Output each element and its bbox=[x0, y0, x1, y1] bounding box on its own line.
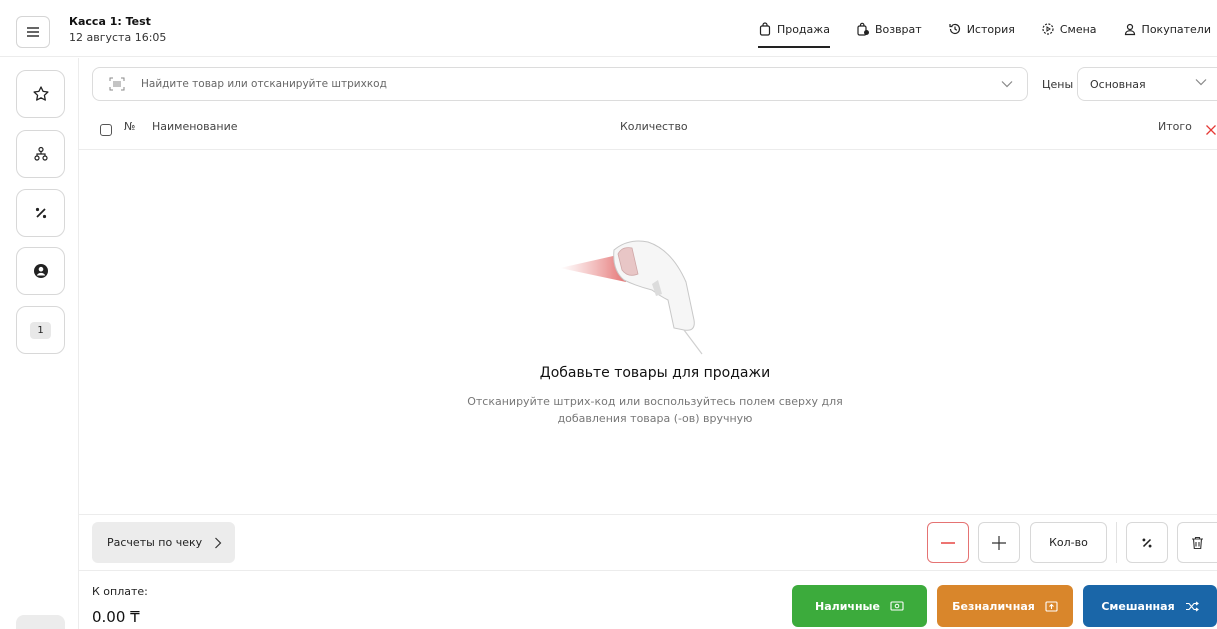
empty-state-text: Отсканируйте штрих-код или воспользуйтес… bbox=[467, 395, 843, 425]
pay-cash-label: Наличные bbox=[815, 599, 880, 613]
trash-icon bbox=[1192, 536, 1203, 549]
tab-history-label: История bbox=[966, 22, 1015, 36]
pay-card-label: Безналичная bbox=[952, 599, 1035, 613]
tab-customers[interactable]: Покупатели bbox=[1123, 18, 1211, 46]
barcode-icon bbox=[109, 77, 125, 91]
receipt-number-badge: 1 bbox=[30, 321, 51, 339]
receipt-calculations-button[interactable]: Расчеты по чеку bbox=[92, 522, 235, 563]
favorites-button[interactable] bbox=[16, 70, 65, 118]
panel-toggle-button[interactable] bbox=[16, 615, 65, 629]
card-terminal-icon bbox=[1045, 601, 1058, 612]
prices-label: Цены bbox=[1042, 78, 1074, 91]
pay-mixed-button[interactable]: Смешанная bbox=[1083, 585, 1217, 627]
pay-mixed-label: Смешанная bbox=[1101, 599, 1175, 613]
register-title: Касса 1: Test bbox=[69, 15, 151, 28]
decrease-button[interactable] bbox=[927, 522, 969, 563]
pay-cash-button[interactable]: Наличные bbox=[792, 585, 927, 627]
percent-icon bbox=[1142, 538, 1152, 547]
tab-history[interactable]: История bbox=[948, 18, 1015, 46]
user-circle-icon bbox=[33, 264, 48, 278]
quantity-label: Кол-во bbox=[1049, 536, 1088, 549]
item-discount-button[interactable] bbox=[1126, 522, 1168, 563]
col-number: № bbox=[124, 120, 136, 133]
increase-button[interactable] bbox=[978, 522, 1020, 563]
amount-due-value: 0.00 ₸ bbox=[92, 608, 140, 626]
percent-icon bbox=[35, 207, 46, 219]
table-header: № Наименование Количество Итого bbox=[79, 110, 1217, 150]
product-search[interactable]: Найдите товар или отсканируйте штрихкод bbox=[92, 67, 1028, 101]
bag-icon bbox=[759, 22, 771, 36]
hierarchy-icon bbox=[33, 146, 48, 161]
chevron-down-icon bbox=[1195, 79, 1207, 86]
footer-divider bbox=[79, 570, 1217, 571]
col-total: Итого bbox=[1158, 120, 1192, 133]
return-bag-icon bbox=[857, 22, 869, 36]
shuffle-icon bbox=[1185, 601, 1199, 611]
clear-icon[interactable] bbox=[1205, 124, 1217, 136]
empty-state-title: Добавьте товары для продажи bbox=[539, 365, 771, 381]
receipt-calculations-label: Расчеты по чеку bbox=[107, 536, 203, 549]
chevron-down-icon[interactable] bbox=[1001, 80, 1013, 88]
price-type-value: Основная bbox=[1090, 77, 1146, 91]
history-icon bbox=[949, 23, 960, 35]
amount-due-label: К оплате: bbox=[92, 585, 148, 598]
left-sidebar: 1 bbox=[0, 58, 79, 629]
tab-return[interactable]: Возврат bbox=[856, 18, 922, 46]
pay-card-button[interactable]: Безналичная bbox=[937, 585, 1073, 627]
price-type-select[interactable]: Основная bbox=[1077, 67, 1217, 101]
chevron-right-icon bbox=[215, 537, 222, 548]
tab-sale[interactable]: Продажа bbox=[757, 18, 830, 48]
delete-item-button[interactable] bbox=[1177, 522, 1217, 563]
shift-icon bbox=[1042, 23, 1054, 35]
categories-button[interactable] bbox=[16, 130, 65, 178]
plus-icon bbox=[992, 535, 1006, 550]
main-nav: Продажа Возврат История Смена Покупатели bbox=[757, 18, 1211, 48]
quantity-button[interactable]: Кол-во bbox=[1030, 522, 1107, 563]
star-icon bbox=[32, 86, 49, 101]
tab-shift[interactable]: Смена bbox=[1041, 18, 1097, 46]
tab-return-label: Возврат bbox=[874, 22, 922, 36]
search-placeholder: Найдите товар или отсканируйте штрихкод bbox=[141, 78, 387, 90]
hamburger-icon bbox=[27, 27, 39, 37]
toolbar-divider bbox=[79, 514, 1217, 515]
minus-icon bbox=[941, 541, 955, 544]
tab-customers-label: Покупатели bbox=[1141, 22, 1211, 36]
tab-sale-label: Продажа bbox=[776, 22, 830, 36]
barcode-scanner-illustration bbox=[560, 240, 703, 355]
register-date: 12 августа 16:05 bbox=[69, 31, 167, 44]
tab-shift-label: Смена bbox=[1059, 22, 1097, 36]
discount-button[interactable] bbox=[16, 189, 65, 237]
top-bar: Касса 1: Test 12 августа 16:05 Продажа В… bbox=[0, 0, 1217, 57]
customer-button[interactable] bbox=[16, 247, 65, 295]
user-icon bbox=[1124, 23, 1135, 36]
col-quantity: Количество bbox=[620, 120, 688, 133]
cash-icon bbox=[890, 601, 904, 611]
receipt-tab-button[interactable]: 1 bbox=[16, 306, 65, 354]
select-all-checkbox[interactable] bbox=[100, 124, 112, 136]
toolbar-separator bbox=[1116, 522, 1117, 563]
col-name: Наименование bbox=[152, 120, 238, 133]
menu-button[interactable] bbox=[16, 16, 50, 48]
